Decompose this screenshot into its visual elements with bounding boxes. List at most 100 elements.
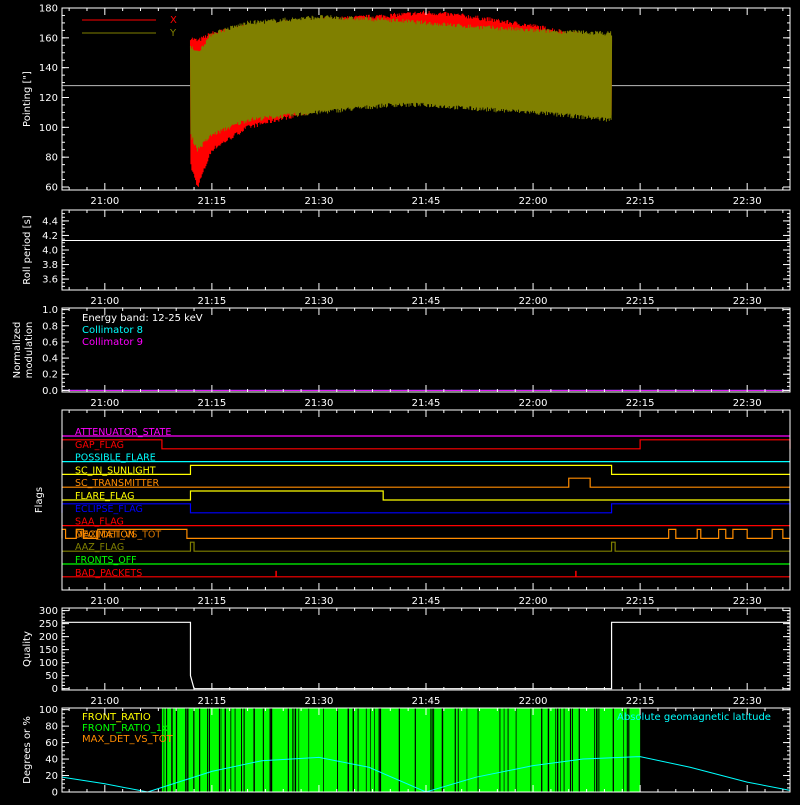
y-tick-label: 120 [39,93,58,104]
front-ratio-region [161,708,641,792]
flag-label: AAZ_FLAG [75,542,124,553]
y-axis-title: Quality [22,631,33,667]
y-axis-title-line2: modulation [24,322,35,379]
x-tick-label: 21:45 [412,696,441,707]
y-tick-label: 0 [52,788,58,799]
x-tick-label: 22:00 [519,398,548,409]
rhessi-quicklook-figure: X Y 21:00 21:15 21:30 21:45 22:00 22:15 22:30 60 8… [0,0,800,800]
legend-label: Collimator 8 [82,325,143,336]
plot-frame [61,209,791,291]
flag-label: ECLIPSE_FLAG [75,504,143,515]
x-tick-label: 22:15 [626,398,655,409]
x-tick-label: 22:30 [733,296,762,307]
y-tick-label: 3.6 [42,275,58,286]
y-tick-label: 100 [39,705,58,716]
y-tick-label: 150 [39,645,58,656]
ratios-panel: FRONT_RATIOFRONT_RATIO_1xMAX_DET_VS_TOTA… [22,705,791,799]
flag-label: GAP_FLAG [75,440,124,451]
flag-line [62,477,790,488]
y-tick-label: 3.8 [42,260,58,271]
x-tick-label: 21:15 [197,398,226,409]
x-tick-label: 22:00 [519,696,548,707]
x-tick-label: 21:15 [197,196,226,207]
y-tick-label: 100 [39,123,58,134]
flag-line [61,503,791,514]
legend-label: FRONT_RATIO_1x [82,723,168,734]
x-tick-label: 21:00 [90,596,119,607]
y-tick-label: 0.0 [42,386,58,397]
y-tick-label: 50 [45,671,58,682]
x-tick-label: 21:00 [90,296,119,307]
x-tick-label: 21:30 [305,596,334,607]
x-tick-label: 22:15 [626,196,655,207]
y-tick-label: 0 [52,684,58,695]
y-tick-label: 4.0 [42,246,58,257]
y-tick-label: 160 [39,33,58,44]
y-axis-title: Flags [34,487,45,513]
flag-line [62,490,790,501]
y-tick-label: 40 [45,755,58,766]
x-tick-label: 21:45 [412,296,441,307]
y-tick-label: 0.6 [42,337,58,348]
y-axis-title: Pointing ["] [22,71,33,127]
x-tick-label: 21:15 [197,696,226,707]
roll-period-panel: 21:00 21:15 21:30 21:45 22:00 22:15 22:30 3.6 3.… [22,209,791,307]
legend-label: Collimator 9 [82,337,143,348]
pointing-panel: XY 21:00 21:15 21:30 21:45 22:00 22:15 22:30 60 8… [22,4,791,207]
x-tick-label: 22:00 [519,596,548,607]
quality-line [62,621,790,690]
flag-label: SC_TRANSMITTER [75,478,160,489]
x-tick-label: 21:00 [90,696,119,707]
flag-line [61,439,791,450]
y-series-line [189,15,613,152]
x-tick-label: 21:00 [90,196,119,207]
x-tick-label: 22:30 [733,196,762,207]
y-tick-label: 0.8 [42,321,58,332]
x-tick-label: 22:30 [733,696,762,707]
legend-label: FRONT_RATIO [82,712,151,723]
y-axis-title: Roll period [s] [22,215,33,284]
y-tick-label: 60 [45,183,58,194]
x-tick-label: 22:00 [519,196,548,207]
x-tick-label: 21:30 [305,196,334,207]
x-tick-label: 22:15 [626,296,655,307]
flag-line [62,541,790,552]
x-tick-label: 21:30 [305,296,334,307]
y-tick-label: 300 [39,606,58,617]
y-tick-label: 200 [39,632,58,643]
x-tick-label: 21:15 [197,296,226,307]
flag-line [61,528,790,539]
y-tick-label: 80 [45,722,58,733]
y-axis-title: Degrees or % [22,716,33,784]
x-tick-label: 22:30 [733,398,762,409]
y-tick-label: 20 [45,771,58,782]
y-tick-label: 0.2 [42,370,58,381]
quality-panel: 21:00 21:15 21:30 21:45 22:00 22:15 22:30 0 50 10… [22,606,791,707]
flag-label: ATTENUATOR_STATE [75,427,171,438]
y-tick-label: 250 [39,619,58,630]
y-tick-label: 1.0 [42,305,58,316]
flag-line [62,464,790,475]
y-tick-label: 180 [39,4,58,15]
plot-frame [61,607,791,691]
x-tick-label: 21:30 [305,398,334,409]
flag-label: POSSIBLE_FLARE [75,453,156,464]
flag-label: FLARE_FLAG [75,491,135,502]
modulation-panel: Collimator 8Collimator 9 Energy band: 12-… [12,305,791,409]
x-tick-label: 21:45 [412,398,441,409]
flag-label: SC_IN_SUNLIGHT [75,465,156,476]
legend-label: X [170,15,177,26]
flag-label: FRONTS_OFF [75,555,137,566]
x-tick-label: 21:00 [90,398,119,409]
figure-canvas: XY 21:00 21:15 21:30 21:45 22:00 22:15 22:30 60 8… [12,4,791,799]
flag-label-overlap: MAX_DET_VS_TOT [75,529,161,540]
y-tick-label: 80 [45,153,58,164]
legend-label: MAX_DET_VS_TOT [82,734,174,745]
x-tick-label: 21:45 [412,596,441,607]
x-tick-label: 21:45 [412,196,441,207]
flag-label: BAD_PACKETS [75,568,142,579]
y-tick-label: 4.2 [42,231,58,242]
y-tick-label: 0.4 [42,354,58,365]
x-tick-label: 22:15 [626,596,655,607]
x-tick-label: 21:15 [197,596,226,607]
